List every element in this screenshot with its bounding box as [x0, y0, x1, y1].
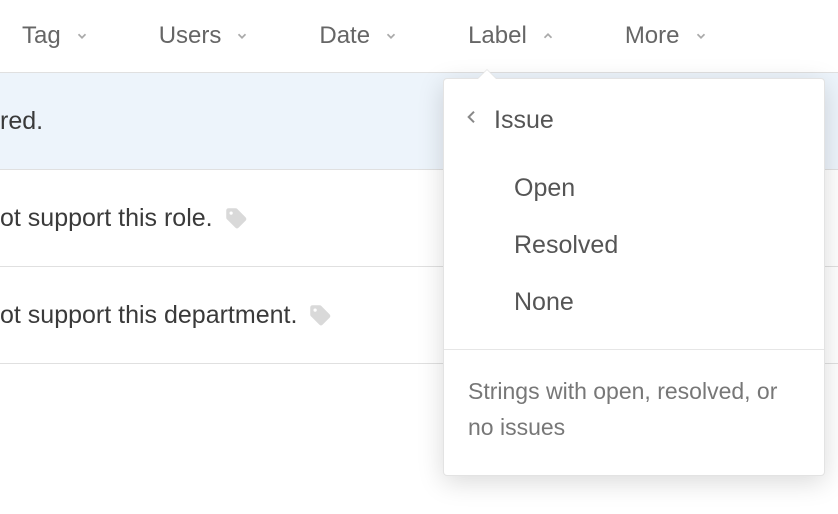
dropdown-back-button[interactable]: Issue [444, 91, 824, 156]
filter-users[interactable]: Users [159, 22, 250, 50]
dropdown-option-open[interactable]: Open [444, 160, 824, 217]
dropdown-option-resolved[interactable]: Resolved [444, 217, 824, 274]
dropdown-header-label: Issue [494, 106, 554, 135]
filter-more[interactable]: More [625, 22, 708, 50]
label-dropdown: Issue Open Resolved None Strings with op… [443, 78, 825, 476]
filter-more-label: More [625, 22, 680, 50]
tag-icon [223, 205, 249, 231]
filter-label[interactable]: Label [468, 22, 555, 50]
chevron-down-icon [235, 29, 249, 43]
chevron-down-icon [75, 29, 89, 43]
chevron-left-icon [464, 105, 480, 136]
filter-users-label: Users [159, 22, 222, 50]
filter-label-label: Label [468, 22, 527, 50]
filter-tag-label: Tag [22, 22, 61, 50]
list-item-text: ot support this department. [0, 301, 297, 330]
chevron-up-icon [541, 29, 555, 43]
chevron-down-icon [384, 29, 398, 43]
dropdown-options: Open Resolved None [444, 156, 824, 349]
filter-date[interactable]: Date [319, 22, 398, 50]
filter-bar: Tag Users Date Label More [0, 0, 838, 73]
filter-tag[interactable]: Tag [22, 22, 89, 50]
dropdown-description: Strings with open, resolved, or no issue… [444, 349, 824, 475]
list-item-text: ot support this role. [0, 204, 213, 233]
list-item-text: red. [0, 107, 43, 136]
dropdown-option-none[interactable]: None [444, 274, 824, 331]
chevron-down-icon [694, 29, 708, 43]
tag-icon [307, 302, 333, 328]
filter-date-label: Date [319, 22, 370, 50]
